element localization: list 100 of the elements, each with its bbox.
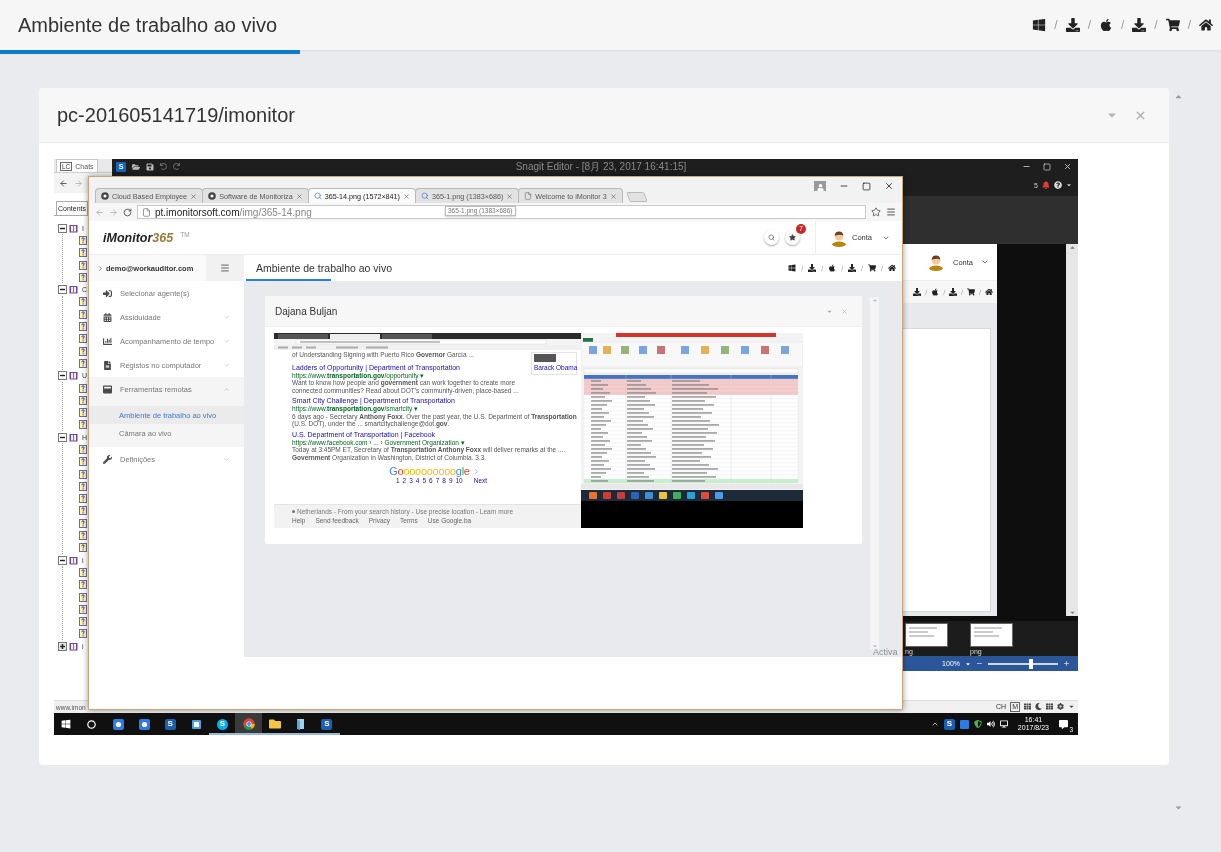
settings-icon[interactable] [1057,703,1064,710]
zoom-out-icon[interactable] [976,660,983,667]
expand-toggle-icon[interactable] [58,641,67,651]
redo-icon[interactable] [173,163,180,170]
chevron-up-icon[interactable] [930,720,939,728]
monitor-icon[interactable] [999,720,1008,728]
page-icon [142,207,151,217]
favorites-button[interactable] [785,230,800,245]
download-icon[interactable] [808,264,817,272]
help-page-icon [79,629,87,639]
help-page-icon [79,617,87,627]
apple-icon[interactable] [828,264,837,272]
app-logo: S [216,718,228,730]
activation-notice: Activa [873,647,898,657]
collapse-toggle-icon[interactable] [58,555,67,565]
help-page-icon [79,309,87,319]
taskbar-button[interactable] [235,713,262,735]
thumbnail[interactable] [970,622,1013,647]
grid-icon[interactable] [1024,703,1031,710]
help-icon[interactable] [1054,181,1062,189]
grid-icon[interactable] [1046,703,1053,710]
cart-icon[interactable] [1165,18,1180,32]
slider-thumb[interactable] [1029,658,1034,669]
note-icon [190,718,202,730]
download-icon[interactable] [1132,18,1147,32]
wrench-icon [103,454,112,464]
help-page-icon [79,346,87,356]
windows-icon[interactable] [788,264,797,272]
download-icon[interactable] [949,288,958,296]
help-page-icon [79,358,87,368]
folder-icon [268,718,281,730]
save-icon[interactable] [146,162,154,171]
location-dot-icon [292,510,295,514]
profile-icon[interactable] [814,181,826,191]
book-icon [69,223,78,233]
taskbar-button[interactable]: S [313,713,340,735]
notepad-icon [295,718,307,730]
collapse-toggle-icon[interactable] [58,432,67,442]
help-page-icon [79,408,87,418]
collapse-toggle-icon[interactable] [58,371,67,381]
caret-icon[interactable] [1066,182,1072,188]
taskbar-button[interactable]: S [157,713,184,735]
help-page-icon [79,248,87,258]
speaker-icon[interactable] [986,720,995,728]
folder-icon[interactable] [132,162,140,171]
home-icon[interactable] [985,288,993,296]
breadcrumb-separator: / [1154,19,1158,31]
ring-icon [87,719,96,729]
help-page-icon [79,592,87,602]
help-page-icon [79,383,87,393]
help-page-icon [79,445,87,454]
shield-icon[interactable] [973,720,982,728]
home-icon[interactable] [888,264,896,272]
calendar-icon [103,312,112,322]
help-page-icon [79,297,87,307]
message-icon [1059,719,1068,729]
home-icon[interactable] [1199,18,1213,32]
windows-icon[interactable] [1032,18,1047,32]
cart-icon[interactable] [967,288,976,296]
caret-icon[interactable] [1068,703,1075,710]
download-icon[interactable] [1065,18,1080,32]
breadcrumb-separator: / [1120,19,1125,31]
app-tile-icon[interactable] [959,719,969,729]
caret-icon[interactable] [965,660,971,667]
cart-icon[interactable] [868,264,877,272]
help-page-icon [79,518,87,528]
help-page-icon [79,420,87,430]
help-page-icon [79,322,87,331]
bookmark-star-icon[interactable] [871,207,881,217]
breadcrumb-separator: / [1054,19,1058,31]
download-icon[interactable] [913,288,922,296]
apple-icon[interactable] [931,288,940,296]
app-logo: S [164,718,176,730]
thumbnail[interactable] [905,622,948,647]
reload-icon[interactable] [123,207,132,217]
moon-icon[interactable] [1035,703,1042,710]
back-icon[interactable] [59,178,68,188]
collapse-toggle-icon[interactable] [58,285,67,295]
help-page-icon [79,457,87,467]
apple-icon[interactable] [1098,18,1113,32]
collapse-toggle-icon[interactable] [58,223,67,233]
site-icon [208,192,217,200]
magnifier-icon [421,192,429,200]
menu-icon [220,263,230,273]
book-icon [69,641,78,651]
download-icon[interactable] [848,264,857,272]
menu-icon[interactable] [886,207,896,217]
scroll-down-icon[interactable] [1068,609,1076,616]
help-page-icon [79,494,87,504]
help-page-icon [79,235,87,245]
close-icon[interactable] [884,181,894,191]
search-icon [768,234,775,241]
breadcrumb-separator: / [1087,19,1091,31]
search-button[interactable] [764,230,779,245]
undo-icon[interactable] [160,163,167,170]
bell-icon[interactable] [1042,181,1050,189]
zoom-in-icon[interactable] [1063,660,1070,667]
app-logo[interactable]: S [943,718,955,730]
maximize-icon[interactable] [862,181,871,191]
site-icon [101,192,109,200]
